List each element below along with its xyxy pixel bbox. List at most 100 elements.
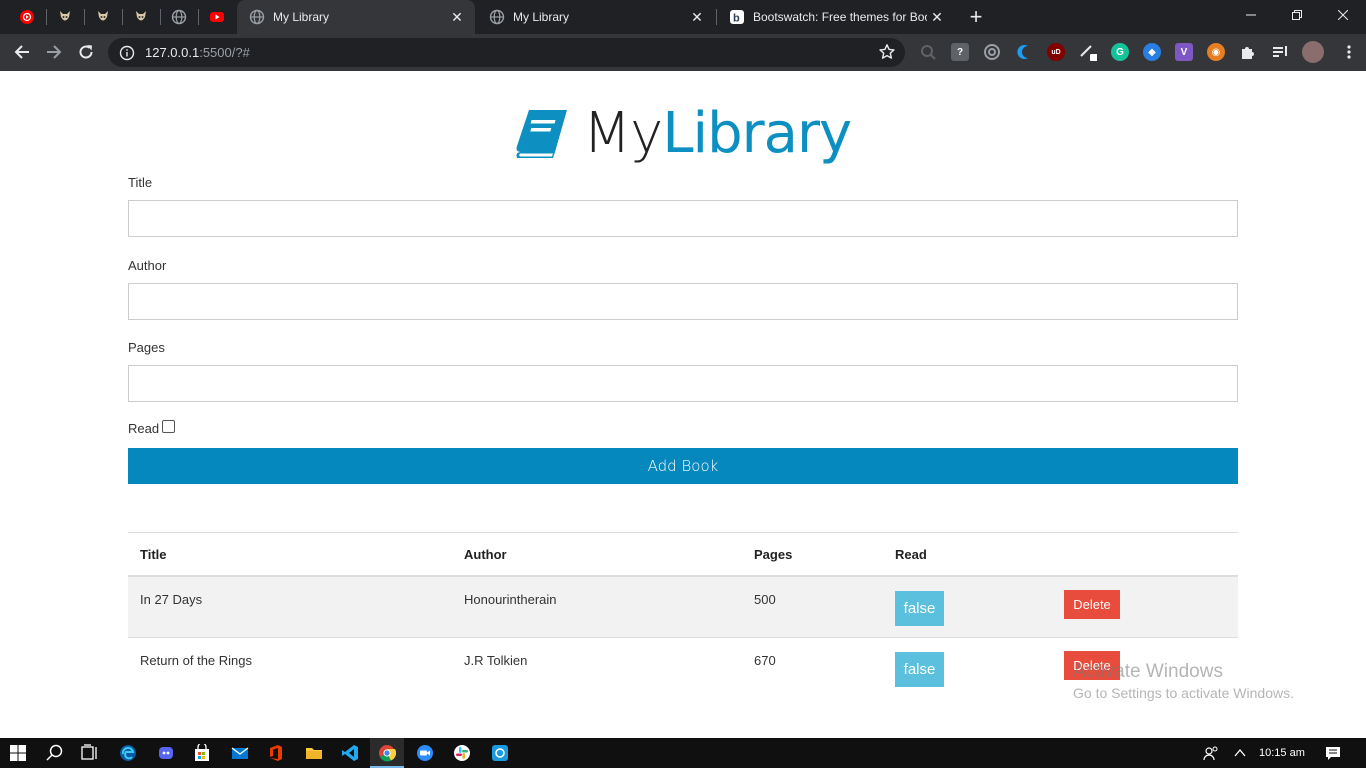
- vscode-icon[interactable]: [340, 743, 360, 763]
- new-tab-button[interactable]: +: [964, 6, 988, 28]
- book-title: In 27 Days: [140, 592, 203, 607]
- table-row: Return of the Rings J.R Tolkien 670 fals…: [128, 638, 1238, 699]
- youtube-pinned-tab-icon[interactable]: [207, 7, 227, 27]
- app-icon[interactable]: [490, 743, 510, 763]
- header-author: Author: [464, 547, 507, 562]
- windows-start-icon[interactable]: [8, 743, 28, 763]
- chevron-up-icon[interactable]: [1233, 738, 1247, 768]
- title-label: Title: [128, 175, 153, 190]
- address-bar[interactable]: 127.0.0.1:5500/?#: [108, 38, 905, 67]
- browser-tab-strip: My Library ✕ My Library ✕ b Bootswatch: …: [0, 0, 1366, 34]
- close-tab-icon[interactable]: ✕: [447, 7, 467, 27]
- pages-label: Pages: [128, 340, 165, 355]
- people-icon[interactable]: [1203, 738, 1219, 768]
- tab-title: My Library: [513, 10, 570, 24]
- diamond-extension-icon[interactable]: ◆: [1143, 43, 1161, 61]
- back-arrow-icon[interactable]: [10, 40, 34, 64]
- zoom-extension-icon[interactable]: [919, 43, 937, 61]
- pinned-tab-icon[interactable]: [55, 7, 75, 27]
- close-tab-icon[interactable]: ✕: [927, 7, 947, 27]
- tab-bootswatch[interactable]: b Bootswatch: Free themes for Boo ✕: [717, 0, 955, 34]
- bootswatch-icon: b: [730, 10, 744, 25]
- author-field[interactable]: [128, 283, 1238, 320]
- site-info-icon[interactable]: [119, 45, 135, 61]
- reload-icon[interactable]: [74, 40, 98, 64]
- pages-input[interactable]: [129, 366, 1237, 401]
- discord-icon[interactable]: [156, 743, 176, 763]
- read-label: Read: [128, 421, 160, 436]
- clock-time[interactable]: 10:15 am: [1259, 738, 1305, 768]
- read-status-button[interactable]: false: [895, 591, 944, 626]
- browser-toolbar: 127.0.0.1:5500/?# ? uD G ◆ V ◉: [0, 34, 1366, 71]
- chrome-icon[interactable]: [377, 743, 397, 763]
- v-extension-icon[interactable]: V: [1175, 43, 1193, 61]
- page-content: My Library Title Author Pages Read Add Bo…: [0, 71, 1366, 738]
- bookmark-star-icon[interactable]: [878, 43, 896, 61]
- tab-my-library[interactable]: My Library ✕: [477, 0, 715, 34]
- headphones-extension-icon[interactable]: [983, 43, 1001, 61]
- header-pages: Pages: [754, 547, 793, 562]
- search-icon[interactable]: [45, 743, 65, 763]
- glasses-extension-icon[interactable]: ◉: [1207, 43, 1225, 61]
- profile-avatar[interactable]: [1302, 41, 1324, 63]
- pinned-tab-icon[interactable]: [93, 7, 113, 27]
- watermark-title: Activate Windows: [1073, 661, 1223, 682]
- header-read: Read: [895, 547, 927, 562]
- read-status-button[interactable]: false: [895, 652, 944, 687]
- pen-extension-icon[interactable]: [1079, 43, 1097, 61]
- close-window-icon[interactable]: [1320, 0, 1366, 30]
- minimize-icon[interactable]: [1228, 0, 1274, 30]
- zoom-icon[interactable]: [415, 743, 435, 763]
- author-input[interactable]: [129, 284, 1237, 319]
- header-title: Title: [140, 547, 167, 562]
- slack-icon[interactable]: [452, 743, 472, 763]
- file-explorer-icon[interactable]: [304, 743, 324, 763]
- tab-my-library-active[interactable]: My Library ✕: [237, 0, 475, 34]
- close-tab-icon[interactable]: ✕: [687, 7, 707, 27]
- crescent-extension-icon[interactable]: [1015, 43, 1033, 61]
- url-path: :5500/?#: [199, 45, 250, 60]
- pinned-tab-icon[interactable]: [131, 7, 151, 27]
- globe-icon: [249, 9, 265, 25]
- globe-icon: [489, 9, 505, 25]
- watermark-subtitle: Go to Settings to activate Windows.: [1073, 685, 1294, 701]
- book-author: Honourintherain: [464, 592, 557, 607]
- table-header-row: Title Author Pages Read: [128, 532, 1238, 577]
- ublock-extension-icon[interactable]: uD: [1047, 43, 1065, 61]
- grammarly-extension-icon[interactable]: G: [1111, 43, 1129, 61]
- table-row: In 27 Days Honourintherain 500 false Del…: [128, 577, 1238, 638]
- help-extension-icon[interactable]: ?: [951, 43, 969, 61]
- restore-icon[interactable]: [1274, 0, 1320, 30]
- globe-pinned-tab-icon[interactable]: [169, 7, 189, 27]
- title-field[interactable]: [128, 200, 1238, 237]
- menu-kebab-icon[interactable]: [1340, 43, 1358, 61]
- book-author: J.R Tolkien: [464, 653, 528, 668]
- add-book-button[interactable]: Add Book: [128, 448, 1238, 484]
- forward-arrow-icon[interactable]: [42, 40, 66, 64]
- mail-icon[interactable]: [230, 743, 250, 763]
- youtube-music-pinned-tab-icon[interactable]: [17, 7, 37, 27]
- task-view-icon[interactable]: [80, 743, 100, 763]
- delete-button[interactable]: Delete: [1064, 590, 1120, 619]
- brand-title-my: My: [582, 101, 663, 166]
- store-icon[interactable]: [192, 743, 212, 763]
- brand-header: My Library: [0, 101, 1366, 166]
- title-input[interactable]: [129, 201, 1237, 236]
- pages-field[interactable]: [128, 365, 1238, 402]
- tab-separator: [122, 9, 123, 25]
- read-checkbox-group: Read: [128, 420, 176, 436]
- tab-separator: [84, 9, 85, 25]
- edge-icon[interactable]: [118, 743, 138, 763]
- tab-separator: [160, 9, 161, 25]
- tab-title: My Library: [273, 10, 330, 24]
- notification-icon[interactable]: [1325, 738, 1341, 768]
- book-pages: 500: [754, 592, 776, 607]
- media-queue-icon[interactable]: [1271, 43, 1289, 61]
- svg-text:b: b: [733, 13, 740, 25]
- read-checkbox[interactable]: [162, 420, 176, 433]
- office-icon[interactable]: [266, 743, 286, 763]
- book-pages: 670: [754, 653, 776, 668]
- extensions-puzzle-icon[interactable]: [1239, 43, 1257, 61]
- brand-title-library: Library: [662, 101, 852, 166]
- tab-title: Bootswatch: Free themes for Boo: [753, 10, 927, 24]
